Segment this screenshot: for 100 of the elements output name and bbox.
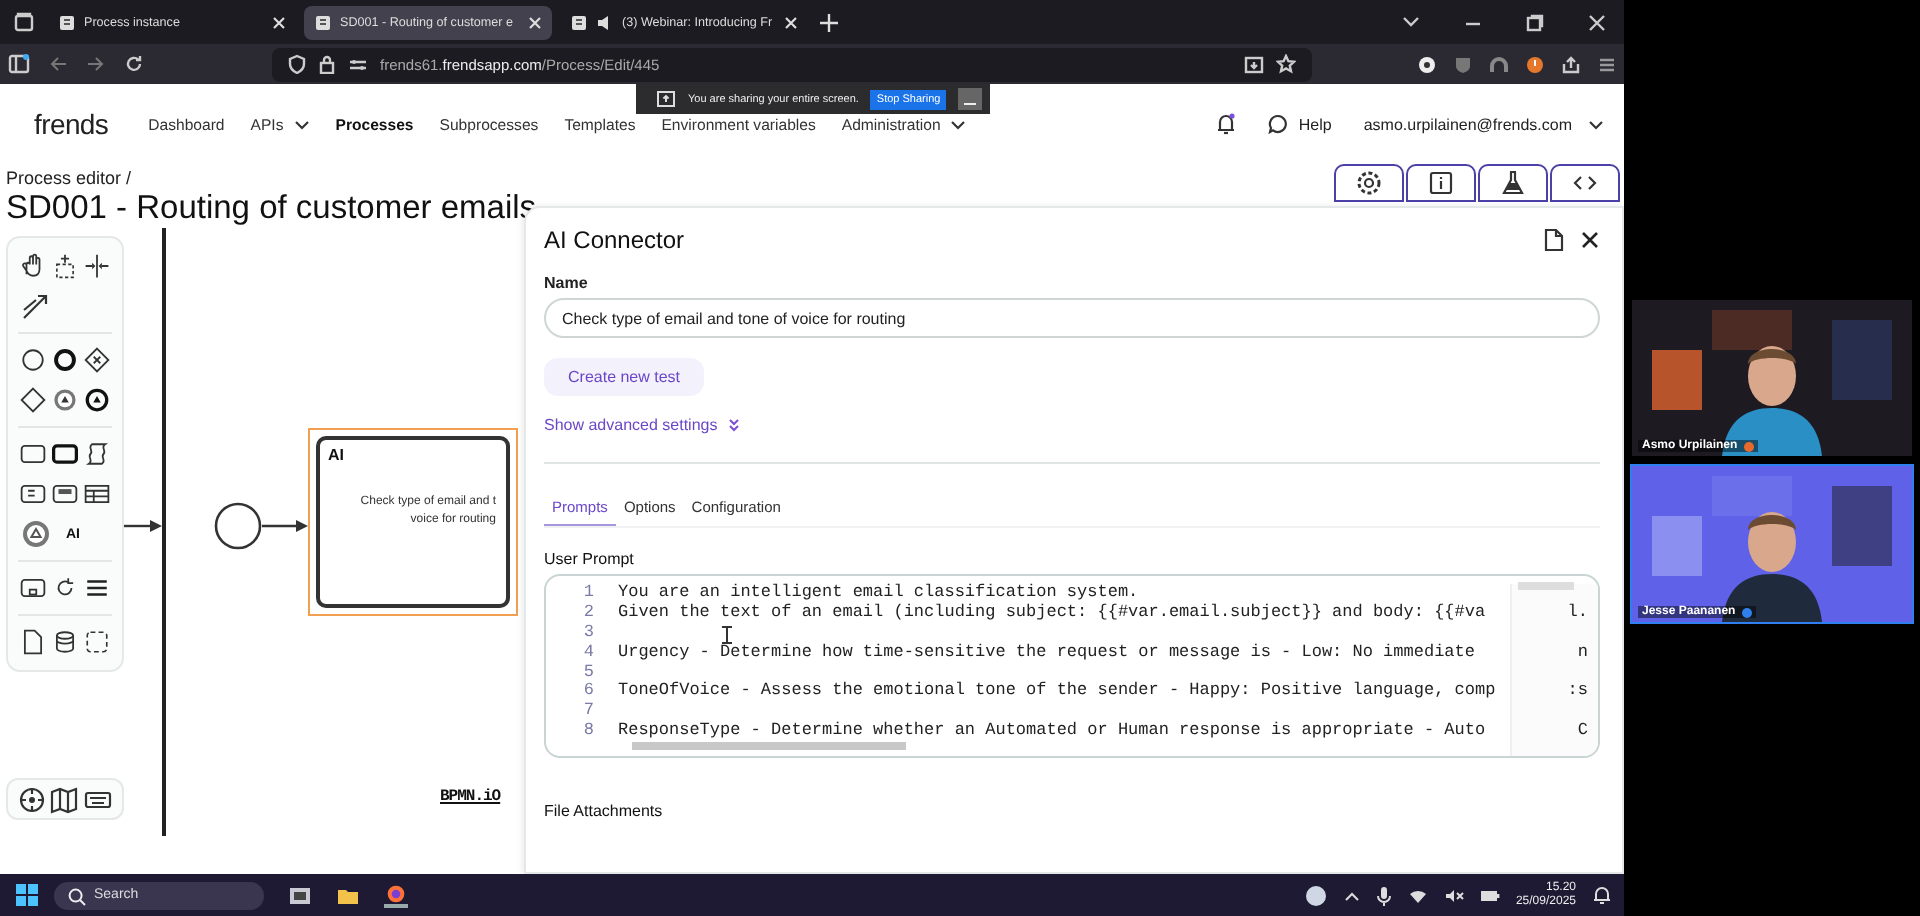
browser-icon[interactable] [384, 883, 408, 907]
settings-button[interactable] [1334, 164, 1404, 202]
code-line: Urgency - Determine how time-sensitive the request or message is - Low: No immediate [618, 643, 1475, 664]
start-event-icon[interactable] [20, 344, 46, 376]
end-event-icon[interactable] [52, 344, 78, 376]
sidebar-icon[interactable] [8, 54, 30, 74]
code-line: :s [1567, 682, 1588, 703]
star-icon[interactable] [1276, 54, 1296, 74]
panel-title: AI Connector [544, 226, 687, 254]
windows-icon[interactable] [16, 884, 38, 906]
flask-icon [1500, 170, 1526, 196]
lock-icon [318, 54, 336, 74]
sequence-arrow [262, 518, 310, 534]
event-icon[interactable] [52, 384, 78, 416]
database-icon[interactable] [52, 626, 78, 658]
map-icon[interactable] [50, 785, 79, 813]
field-label: User Prompt [544, 550, 634, 568]
chat-icon [1268, 114, 1289, 134]
screen-share-icon [656, 90, 676, 108]
back-icon[interactable] [48, 54, 68, 74]
help-link[interactable]: Help [1268, 114, 1332, 134]
prompt-editor[interactable] [544, 574, 1600, 758]
close-icon[interactable] [1580, 230, 1600, 250]
line-number: 1 [581, 584, 596, 604]
code-button[interactable] [1550, 164, 1620, 202]
start-event[interactable] [214, 502, 262, 550]
sequence-arrow [124, 518, 164, 534]
name-field[interactable]: Check type of email and tone of voice for routing [544, 298, 1600, 338]
code-line: Given the text of an email (including subject: {{#var.email.subject}} and body: {{#va [618, 603, 1486, 624]
speaker-icon[interactable] [596, 13, 614, 31]
speaker-muted-icon[interactable] [1443, 887, 1464, 903]
advanced-settings-link[interactable]: Show advanced settings [544, 416, 740, 434]
battery-icon[interactable] [1479, 887, 1500, 903]
code-line: ResponseType - Determine whether an Automated or Human response is appropriate - Auto [618, 722, 1486, 743]
minimize-icon[interactable] [958, 88, 983, 110]
line-number: 2 [581, 603, 596, 624]
code-line: l. [1567, 603, 1588, 624]
user-menu[interactable]: asmo.urpilainen@frends.com [1363, 115, 1604, 133]
call-activity-icon[interactable] [52, 438, 78, 470]
create-test-button[interactable]: Create new test [544, 358, 705, 396]
code-line: You are an intelligent email classification system. [618, 584, 1139, 603]
account-icon[interactable] [1418, 55, 1436, 73]
double-chevron-icon [727, 418, 740, 432]
target-icon[interactable] [18, 785, 47, 813]
info-button[interactable] [1406, 164, 1476, 202]
sliders-icon [348, 55, 368, 73]
code-line: C [1577, 722, 1588, 743]
lasso-select-icon[interactable] [52, 250, 78, 282]
bell-icon[interactable] [1216, 112, 1237, 136]
gateway-icon[interactable] [84, 344, 110, 376]
document-icon[interactable] [20, 626, 46, 658]
app-icon[interactable] [288, 883, 312, 907]
extension-icon[interactable] [1526, 55, 1544, 73]
line-number: 3 [581, 623, 596, 644]
frends-logo[interactable]: frends [34, 108, 109, 140]
task-type-label: AI [328, 446, 346, 464]
settings-icon [1356, 170, 1382, 196]
event-icon[interactable] [84, 384, 110, 416]
text-cursor-icon [722, 626, 732, 644]
reload-icon[interactable] [124, 54, 144, 74]
menu-icon[interactable] [1598, 55, 1616, 73]
wifi-icon[interactable] [1407, 887, 1428, 903]
tab-list-icon[interactable] [12, 10, 36, 34]
ai-task-icon[interactable] [20, 518, 52, 550]
line-number: 4 [581, 643, 596, 664]
script-icon[interactable] [84, 438, 110, 470]
page-icon [58, 13, 76, 31]
page-icon [570, 13, 588, 31]
code-line: ToneOfVoice - Assess the emotional tone of the sender - Happy: Positive language, comp [618, 682, 1496, 703]
horizontal-scrollbar[interactable] [632, 742, 906, 750]
group-icon[interactable] [84, 626, 110, 658]
chevron-down-icon[interactable] [1402, 16, 1420, 28]
connect-icon[interactable] [20, 290, 52, 322]
line-number: 8 [581, 722, 596, 743]
field-label: File Attachments [544, 802, 663, 820]
forward-icon[interactable] [86, 54, 106, 74]
space-tool-icon[interactable] [84, 250, 110, 282]
bpmn-io-logo[interactable]: BPMN.iO [440, 788, 501, 806]
shield-icon[interactable] [1454, 55, 1472, 73]
notification-icon[interactable] [1592, 884, 1612, 906]
share-icon[interactable] [1562, 55, 1580, 73]
info-icon [1428, 170, 1454, 196]
chevron-up-icon[interactable] [1343, 889, 1360, 901]
new-tab-icon[interactable] [820, 13, 838, 31]
search-icon [68, 887, 86, 905]
line-number: 6 [581, 682, 596, 702]
gateway-icon[interactable] [20, 384, 46, 416]
hand-icon[interactable] [20, 250, 46, 282]
field-label: Name [544, 274, 588, 292]
line-number: 5 [581, 663, 596, 682]
reader-icon[interactable] [1244, 55, 1264, 73]
document-icon[interactable] [1544, 228, 1564, 252]
microphone-icon[interactable] [1375, 885, 1392, 905]
breadcrumb[interactable]: Process editor / [6, 168, 541, 188]
restore-icon[interactable] [1526, 13, 1544, 31]
flask-button[interactable] [1478, 164, 1548, 202]
shield-icon [288, 54, 306, 74]
page-icon [314, 13, 332, 31]
code-line: n [1577, 643, 1588, 664]
line-number: 7 [581, 702, 596, 722]
